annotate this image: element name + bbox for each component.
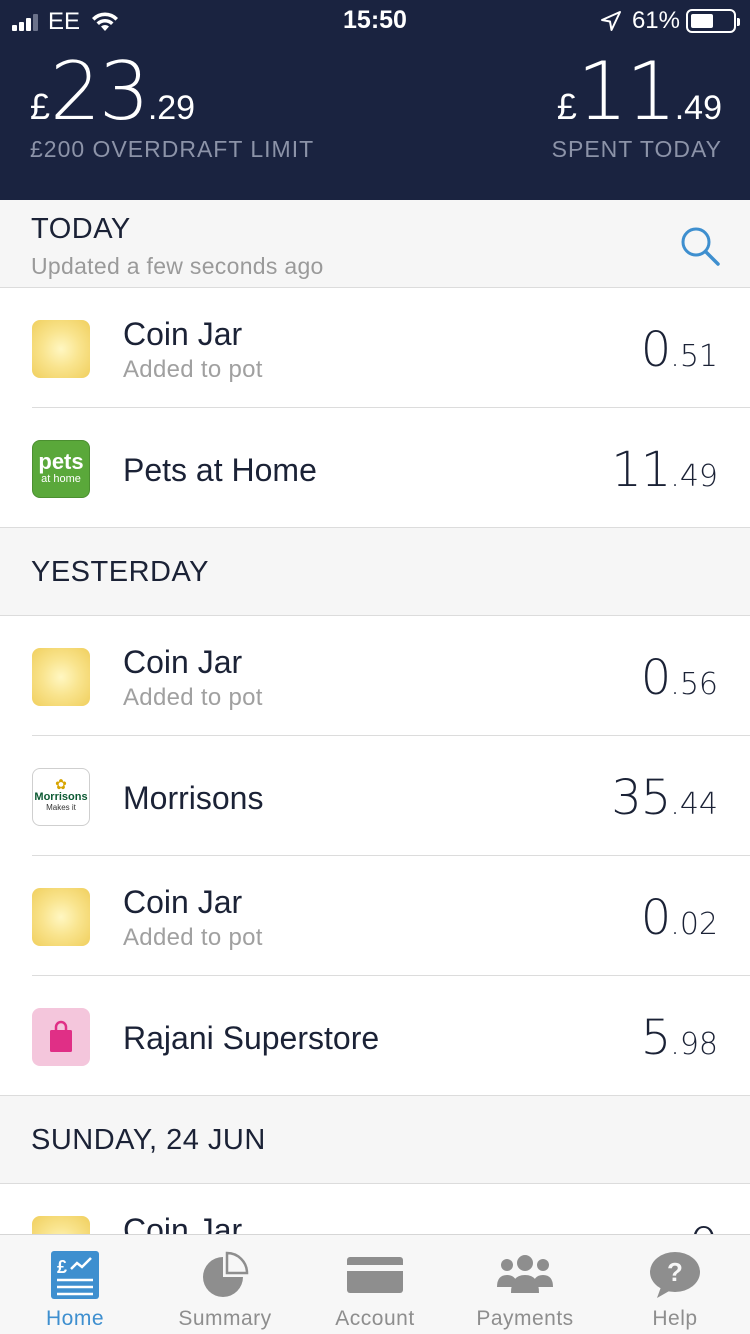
- section-header-today: TODAY Updated a few seconds ago: [0, 200, 750, 288]
- transaction-row[interactable]: Coin Jar Added to pot 0.02: [0, 856, 750, 976]
- tab-label: Payments: [476, 1307, 574, 1330]
- transaction-row[interactable]: Coin Jar Added to pot 0.51: [0, 288, 750, 408]
- tab-home[interactable]: £ Home: [0, 1235, 150, 1334]
- merchant-name: Pets at Home: [123, 452, 317, 488]
- tab-bar: £ Home Summary Account Payments ? Help: [0, 1234, 750, 1334]
- merchant-name: Coin Jar: [123, 316, 243, 352]
- transaction-note: Added to pot: [123, 684, 263, 711]
- section-title: YESTERDAY: [31, 556, 210, 588]
- section-header-yesterday: YESTERDAY: [0, 528, 750, 616]
- section-title: TODAY: [31, 213, 131, 245]
- transaction-note: Added to pot: [123, 924, 263, 951]
- spent-today-label: SPENT TODAY: [551, 136, 722, 162]
- morrisons-logo: ✿ Morrisons Makes it: [32, 768, 90, 826]
- tab-label: Help: [652, 1307, 698, 1330]
- svg-text:£: £: [57, 1257, 67, 1277]
- card-icon: [347, 1257, 403, 1293]
- transaction-row[interactable]: Rajani Superstore 5.98: [0, 976, 750, 1096]
- last-updated-text: Updated a few seconds ago: [31, 253, 324, 279]
- overdraft-limit-label: £200 OVERDRAFT LIMIT: [30, 136, 315, 162]
- tab-label: Account: [335, 1307, 415, 1330]
- location-arrow-icon: [600, 11, 621, 31]
- transaction-amount: 0.51: [640, 322, 718, 378]
- merchant-name: Coin Jar: [123, 644, 243, 680]
- transaction-amount: 0.02: [640, 890, 718, 946]
- transaction-amount: 0.56: [640, 650, 718, 706]
- tab-label: Summary: [178, 1307, 272, 1330]
- tab-summary[interactable]: Summary: [150, 1235, 300, 1334]
- people-icon: [497, 1255, 553, 1293]
- merchant-name: Rajani Superstore: [123, 1020, 380, 1056]
- shopping-bag-icon: [32, 1008, 90, 1066]
- tab-payments[interactable]: Payments: [450, 1235, 600, 1334]
- battery-percent: 61%: [631, 7, 680, 34]
- transaction-row[interactable]: ✿ Morrisons Makes it Morrisons 35.44: [0, 736, 750, 856]
- transaction-note: Added to pot: [123, 356, 263, 383]
- coin-jar-icon: [32, 888, 90, 946]
- section-header-sunday: SUNDAY, 24 JUN: [0, 1096, 750, 1184]
- pets-at-home-logo: pets at home: [32, 440, 90, 498]
- account-balance: £23.29: [30, 45, 196, 138]
- balance-header: EE 15:50 61% £23.29 £200 OVERDRAFT LIMIT…: [0, 0, 750, 200]
- search-icon[interactable]: [678, 224, 722, 268]
- status-bar: EE 15:50 61%: [0, 0, 750, 40]
- svg-text:?: ?: [667, 1257, 683, 1287]
- pie-chart-icon: [203, 1251, 249, 1297]
- coin-jar-icon: [32, 648, 90, 706]
- merchant-name: Coin Jar: [123, 884, 243, 920]
- coin-jar-icon: [32, 320, 90, 378]
- transaction-amount: 11.49: [611, 442, 718, 498]
- home-icon: £: [51, 1251, 99, 1299]
- tab-label: Home: [45, 1307, 105, 1330]
- transaction-row[interactable]: pets at home Pets at Home 11.49: [0, 408, 750, 528]
- spent-today-amount: £11.49: [556, 45, 722, 138]
- section-title: SUNDAY, 24 JUN: [31, 1124, 266, 1156]
- merchant-name: Morrisons: [123, 780, 264, 816]
- tab-help[interactable]: ? Help: [600, 1235, 750, 1334]
- transaction-row[interactable]: Coin Jar Added to pot 0.56: [0, 616, 750, 736]
- transaction-amount: 35.44: [611, 770, 718, 826]
- battery-icon: [686, 9, 740, 33]
- tab-account[interactable]: Account: [300, 1235, 450, 1334]
- help-bubble-icon: ?: [650, 1252, 700, 1298]
- transaction-amount: 5.98: [640, 1010, 718, 1066]
